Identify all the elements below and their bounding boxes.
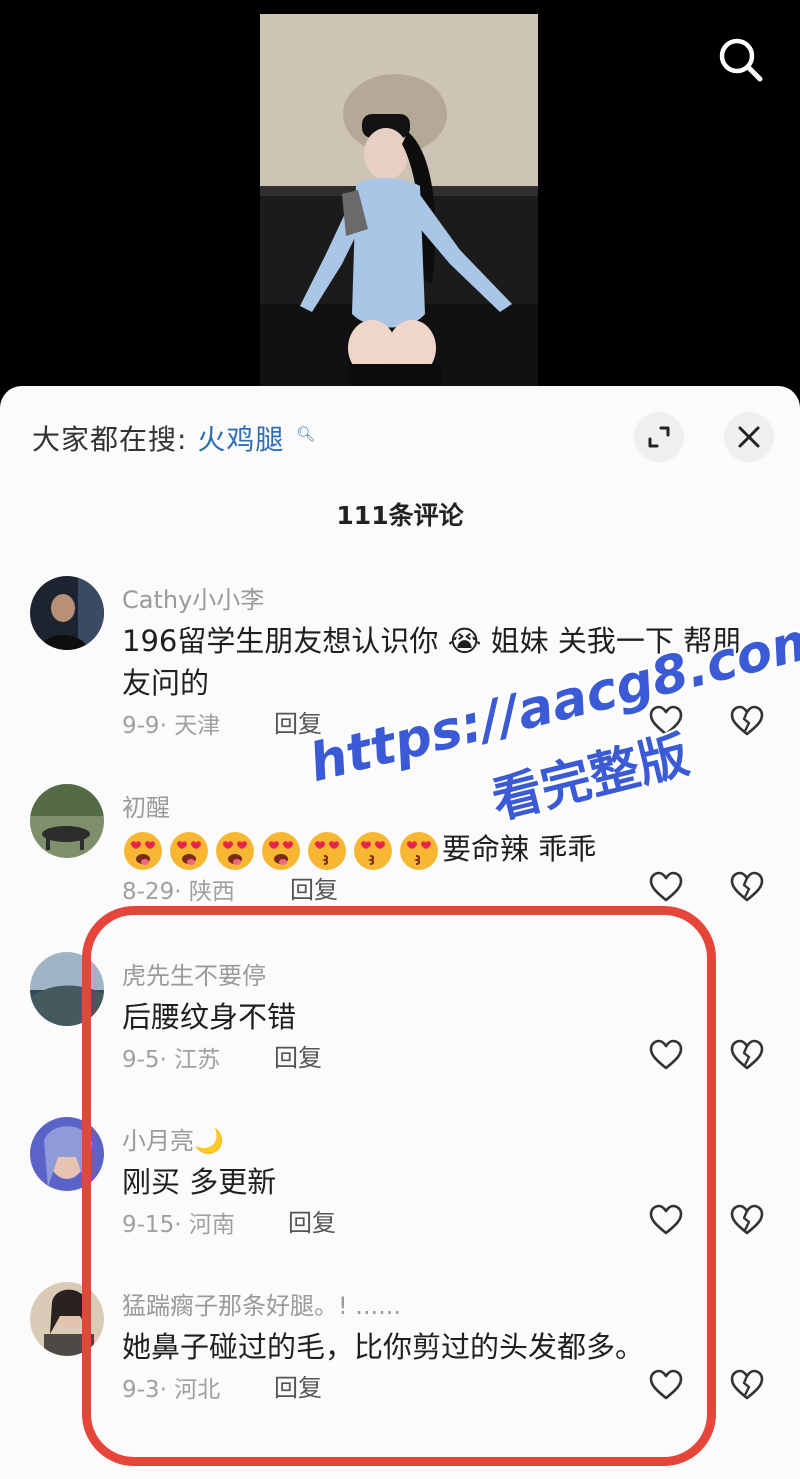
comment-item: 初醒 要命辣 乖乖 8-29· 陕西 回复 <box>0 784 800 944</box>
comment-date: 9-5 <box>122 1047 160 1073</box>
comment-item: 猛踹瘸子那条好腿。! ...... 她鼻子碰过的毛，比你剪过的头发都多。 9-3… <box>0 1282 800 1442</box>
comment-date: 9-15 <box>122 1212 175 1238</box>
comment-date: 8-29 <box>122 879 175 905</box>
trending-search-prefix: 大家都在搜: <box>32 423 188 456</box>
reply-button[interactable]: 回复 <box>274 1038 322 1073</box>
comment-item: 虎先生不要停 后腰纹身不错 9-5· 江苏 回复 <box>0 952 800 1112</box>
dislike-button[interactable] <box>729 1038 765 1072</box>
trending-search-hint[interactable]: 大家都在搜: 火鸡腿 🔍︎ <box>32 418 316 458</box>
comment-username[interactable]: 小月亮🌙 <box>122 1121 224 1156</box>
comment-sheet-header: 大家都在搜: 火鸡腿 🔍︎ <box>0 386 800 486</box>
comment-item: 小月亮🌙 刚买 多更新 9-15· 河南 回复 <box>0 1117 800 1277</box>
kissing-heart-emoji-icon <box>308 832 346 870</box>
heart-outline-icon <box>649 1039 683 1070</box>
expand-icon <box>648 426 670 448</box>
like-button[interactable] <box>648 704 684 738</box>
kissing-heart-emoji-icon <box>354 832 392 870</box>
comment-text: 196留学生朋友想认识你 😭 姐妹 关我一下 帮朋友问的 <box>122 624 742 700</box>
like-button[interactable] <box>648 1203 684 1237</box>
reply-button[interactable]: 回复 <box>290 870 338 905</box>
like-button[interactable] <box>648 1038 684 1072</box>
heart-eyes-emoji-icon <box>170 832 208 870</box>
search-icon <box>719 38 763 82</box>
trending-search-keyword[interactable]: 火鸡腿 <box>197 423 284 456</box>
comment-meta: 9-15· 河南 <box>122 1212 235 1238</box>
avatar-image <box>30 1282 104 1356</box>
avatar[interactable] <box>30 576 104 650</box>
comment-location: 天津 <box>174 713 221 739</box>
broken-heart-icon <box>730 705 764 736</box>
heart-eyes-emoji-icon <box>262 832 300 870</box>
comment-meta: 9-3· 河北 <box>122 1377 221 1403</box>
like-button[interactable] <box>648 1368 684 1402</box>
reply-button[interactable]: 回复 <box>288 1203 336 1238</box>
close-icon <box>738 426 760 448</box>
comment-location: 河南 <box>188 1212 235 1238</box>
reply-button[interactable]: 回复 <box>274 1368 322 1403</box>
broken-heart-icon <box>730 1039 764 1070</box>
comment-count: 111条评论 <box>336 501 464 530</box>
avatar-image <box>30 952 104 1026</box>
video-frame[interactable] <box>260 14 538 386</box>
comment-item: Cathy小小李 196留学生朋友想认识你 😭 姐妹 关我一下 帮朋友问的 9-… <box>0 576 800 739</box>
small-search-icon: 🔍︎ <box>296 424 317 443</box>
dislike-button[interactable] <box>729 1368 765 1402</box>
dislike-button[interactable] <box>729 870 765 904</box>
broken-heart-icon <box>730 1204 764 1235</box>
video-player-area[interactable] <box>0 0 800 400</box>
comment-meta: 8-29· 陕西 <box>122 879 235 905</box>
comment-username[interactable]: 初醒 <box>122 788 170 823</box>
comment-location: 河北 <box>174 1377 221 1403</box>
close-button[interactable] <box>724 412 774 462</box>
avatar[interactable] <box>30 1282 104 1356</box>
heart-outline-icon <box>649 1369 683 1400</box>
comment-date: 9-3 <box>122 1377 160 1403</box>
heart-outline-icon <box>649 871 683 902</box>
avatar[interactable] <box>30 952 104 1026</box>
broken-heart-icon <box>730 1369 764 1400</box>
avatar[interactable] <box>30 784 104 858</box>
comment-text: 刚买 多更新 <box>122 1165 277 1199</box>
comment-text-row: 要命辣 乖乖 <box>122 828 762 872</box>
comment-username[interactable]: Cathy小小李 <box>122 580 264 615</box>
comment-username[interactable]: 猛踹瘸子那条好腿。! ...... <box>122 1286 401 1321</box>
comment-text: 她鼻子碰过的毛，比你剪过的头发都多。 <box>122 1330 645 1364</box>
comment-username[interactable]: 虎先生不要停 <box>122 956 266 991</box>
comment-meta: 9-9· 天津 <box>122 713 221 739</box>
comment-location: 陕西 <box>188 879 235 905</box>
emoji-row <box>122 830 440 872</box>
comment-meta: 9-5· 江苏 <box>122 1047 221 1073</box>
video-thumbnail-image <box>260 14 538 386</box>
dislike-button[interactable] <box>729 704 765 738</box>
comment-text: 要命辣 乖乖 <box>442 832 597 866</box>
comment-location: 江苏 <box>174 1047 221 1073</box>
like-button[interactable] <box>648 870 684 904</box>
comment-text: 后腰纹身不错 <box>122 1000 297 1034</box>
comment-sheet: 大家都在搜: 火鸡腿 🔍︎ 111条评论 Cathy小小李 196留学生朋友想认… <box>0 386 800 1479</box>
kissing-heart-emoji-icon <box>400 832 438 870</box>
avatar-image <box>30 784 104 858</box>
heart-outline-icon <box>649 1204 683 1235</box>
expand-button[interactable] <box>634 412 684 462</box>
heart-eyes-emoji-icon <box>216 832 254 870</box>
heart-outline-icon <box>649 705 683 736</box>
reply-button[interactable]: 回复 <box>274 704 322 739</box>
broken-heart-icon <box>730 871 764 902</box>
avatar-image <box>30 576 104 650</box>
search-button[interactable] <box>712 32 768 88</box>
dislike-button[interactable] <box>729 1203 765 1237</box>
avatar-image <box>30 1117 104 1191</box>
comment-date: 9-9 <box>122 713 160 739</box>
heart-eyes-emoji-icon <box>124 832 162 870</box>
avatar[interactable] <box>30 1117 104 1191</box>
